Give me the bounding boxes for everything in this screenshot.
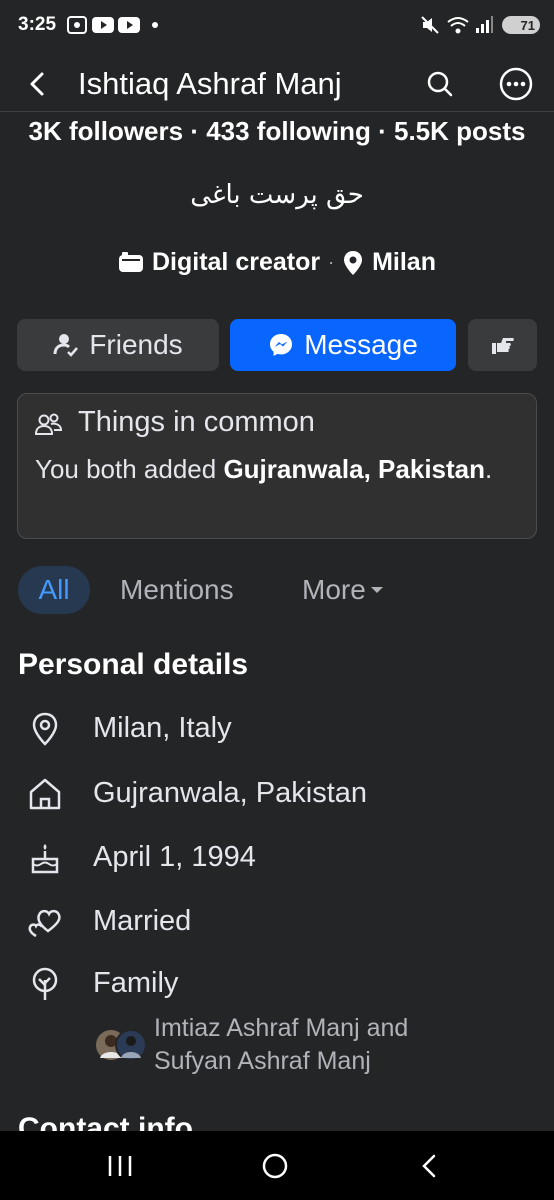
birthday-cake-icon [31, 844, 59, 874]
youtube-icon [92, 17, 114, 33]
poke-icon [491, 338, 514, 354]
status-bar: 3:25 71 [0, 0, 554, 56]
more-options-button[interactable] [494, 62, 538, 106]
personal-details-title: Personal details [18, 648, 249, 681]
detail-relationship[interactable]: Married [0, 897, 554, 947]
more-icon [499, 67, 533, 101]
home-button[interactable] [255, 1149, 295, 1183]
back-arrow-icon [30, 72, 44, 96]
message-label: Message [304, 329, 418, 360]
nav-back-icon [422, 1154, 436, 1178]
search-button[interactable] [420, 64, 460, 104]
system-nav-bar [0, 1131, 554, 1200]
recent-apps-button[interactable] [100, 1149, 140, 1183]
system-icons: 71 [420, 14, 540, 36]
hearts-icon [28, 909, 61, 938]
location-icon [32, 712, 58, 746]
family-label: Family [93, 967, 179, 999]
card-body-place: Gujranwala, Pakistan [223, 454, 486, 484]
nav-back-button[interactable] [410, 1149, 450, 1183]
card-body-prefix: You both added [35, 454, 224, 484]
hometown: Gujranwala, Pakistan [93, 777, 368, 809]
friends-check-icon [53, 334, 79, 357]
digital-creator-icon [118, 251, 143, 272]
battery-icon: 71 [502, 16, 540, 34]
family-members[interactable]: Imtiaz Ashraf Manj and Sufyan Ashraf Man… [154, 1012, 408, 1078]
home-icon [29, 778, 61, 810]
tab-more-label: More [302, 574, 366, 605]
family-tree-icon [32, 967, 58, 1000]
notification-icons [66, 14, 160, 36]
status-time: 3:25 [18, 14, 57, 35]
screenshot-icon [67, 16, 87, 34]
youtube-icon-2 [118, 17, 140, 33]
family-line-1: Imtiaz Ashraf Manj and [154, 1014, 409, 1042]
back-button[interactable] [20, 64, 60, 104]
meta-separator: · [328, 252, 335, 272]
messenger-icon [270, 334, 293, 356]
relationship: Married [93, 905, 192, 937]
profile-header: Ishtiaq Ashraf Manj [0, 56, 554, 112]
recent-apps-icon [108, 1156, 132, 1176]
card-body: You both added Gujranwala, Pakistan. [35, 452, 515, 486]
detail-current-city[interactable]: Milan, Italy [0, 704, 554, 754]
tab-mentions[interactable]: Mentions [120, 566, 234, 614]
profile-category: Digital creator [151, 248, 321, 276]
detail-family[interactable]: Family [0, 959, 554, 1009]
card-title: Things in common [78, 406, 315, 438]
page-title: Ishtiaq Ashraf Manj [78, 66, 342, 101]
friends-label: Friends [89, 329, 183, 360]
things-in-common-card[interactable]: Things in common You both added Gujranwa… [17, 393, 537, 539]
signal-icon [476, 16, 493, 33]
poke-button[interactable] [468, 319, 537, 371]
profile-location: Milan [372, 248, 436, 276]
wifi-icon [447, 17, 469, 34]
family-line-2: Sufyan Ashraf Manj [154, 1047, 371, 1075]
caret-down-icon [370, 587, 383, 593]
profile-stats[interactable]: 3K followers · 433 following · 5.5K post… [0, 116, 554, 147]
home-circle-icon [262, 1153, 288, 1179]
message-button[interactable]: Message [230, 319, 456, 371]
friends-button[interactable]: Friends [17, 319, 219, 371]
tab-all[interactable]: All [18, 566, 90, 614]
profile-bio: حق پرست باغی [190, 180, 364, 210]
search-icon [427, 71, 453, 97]
mute-icon [421, 16, 439, 34]
tab-more[interactable]: More [302, 566, 384, 614]
location-pin-icon [344, 250, 363, 275]
profile-meta: Digital creator · Milan [0, 248, 554, 277]
current-city: Milan, Italy [93, 712, 232, 744]
birthday: April 1, 1994 [93, 841, 256, 873]
contact-info-title: Contact info [18, 1112, 193, 1132]
family-avatars[interactable] [95, 1028, 151, 1062]
detail-birthday[interactable]: April 1, 1994 [0, 833, 554, 883]
card-body-suffix: . [485, 454, 493, 484]
people-icon [34, 410, 64, 440]
dot-icon [152, 22, 158, 28]
detail-hometown[interactable]: Gujranwala, Pakistan [0, 769, 554, 819]
